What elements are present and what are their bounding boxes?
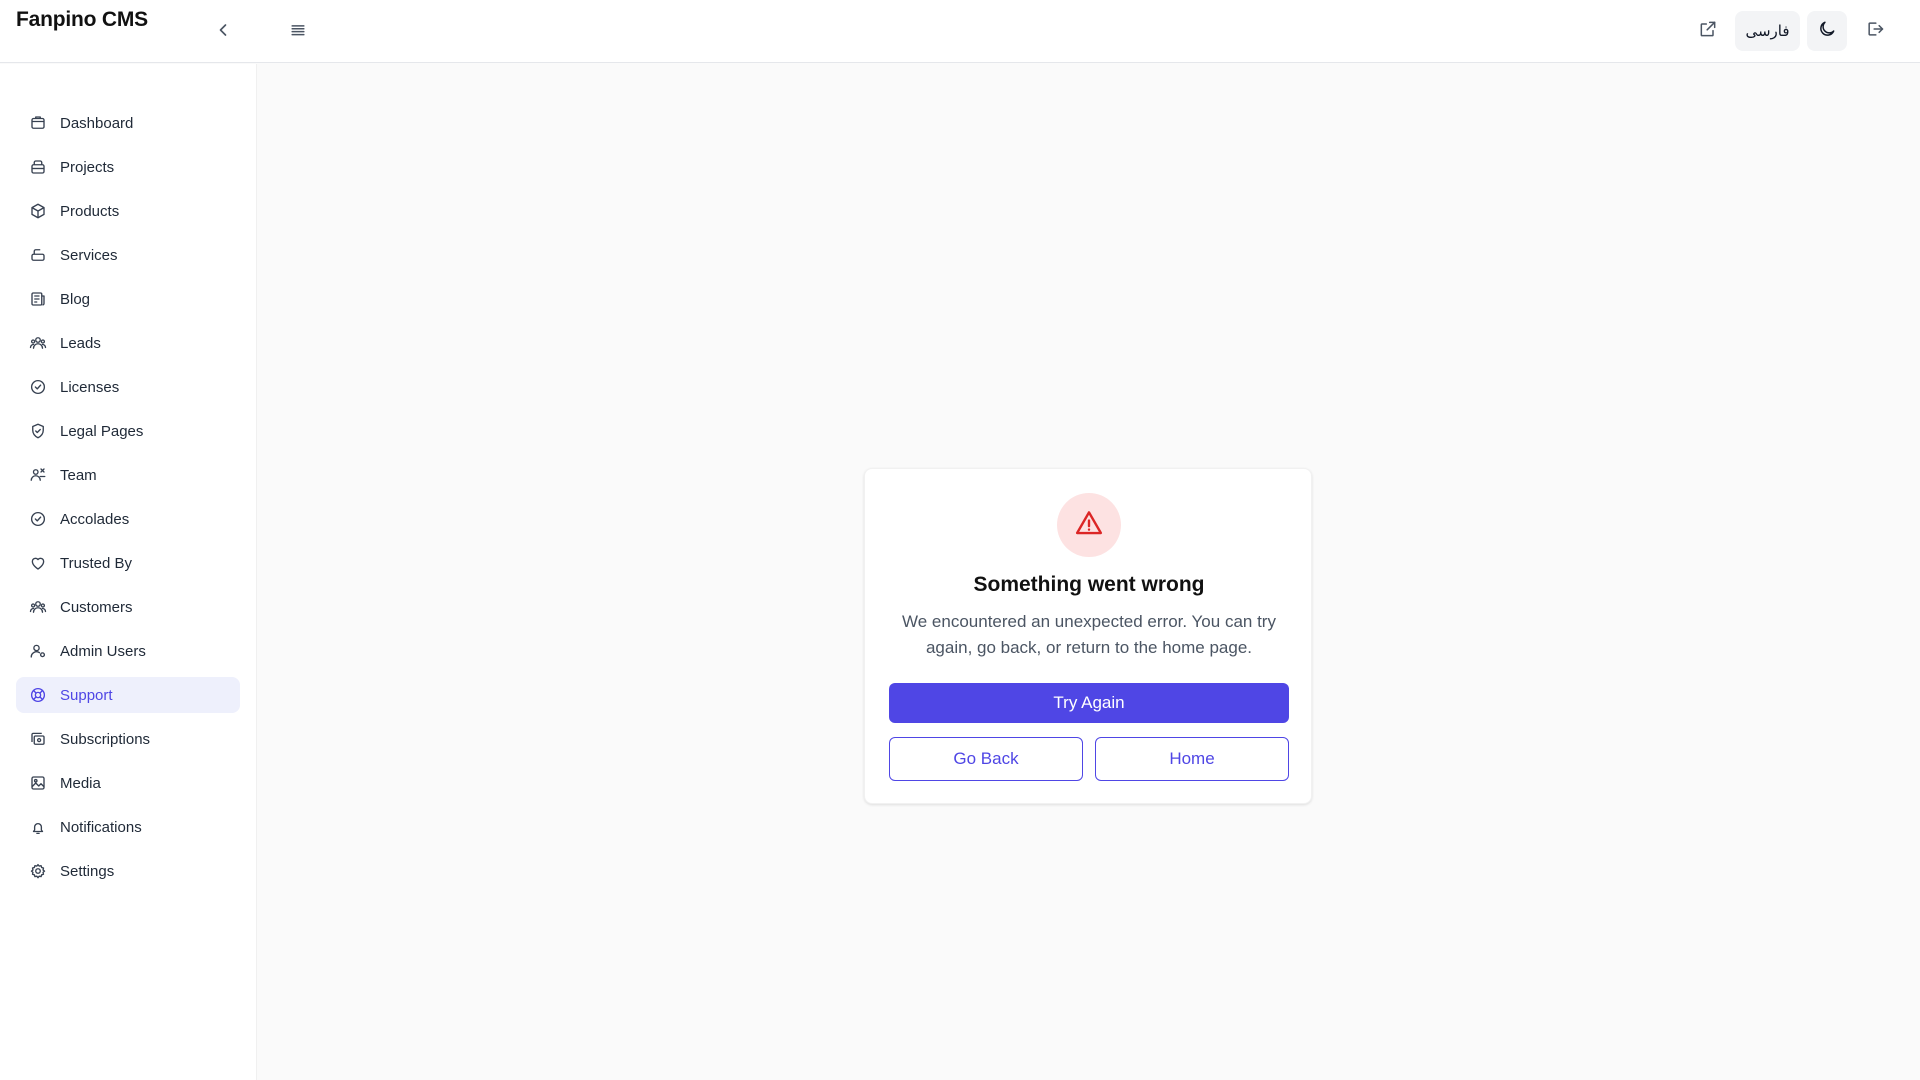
users-icon xyxy=(28,333,48,353)
sidebar-item-admin-users[interactable]: Admin Users xyxy=(16,633,240,669)
lifebuoy-icon xyxy=(28,685,48,705)
sidebar-item-support[interactable]: Support xyxy=(16,677,240,713)
sidebar-item-products[interactable]: Products xyxy=(16,193,240,229)
theme-toggle-button[interactable] xyxy=(1807,11,1847,51)
warning-triangle-icon xyxy=(1074,508,1104,543)
dashboard-icon xyxy=(28,113,48,133)
moon-icon xyxy=(1817,19,1837,44)
sidebar-item-label: Customers xyxy=(60,598,133,616)
box-icon xyxy=(28,201,48,221)
sidebar-item-label: Admin Users xyxy=(60,642,146,660)
sidebar-item-customers[interactable]: Customers xyxy=(16,589,240,625)
go-back-button[interactable]: Go Back xyxy=(889,737,1083,781)
projects-icon xyxy=(28,157,48,177)
error-title: Something went wrong xyxy=(973,573,1205,596)
sidebar-item-licenses[interactable]: Licenses xyxy=(16,369,240,405)
sidebar-item-media[interactable]: Media xyxy=(16,765,240,801)
sidebar-item-projects[interactable]: Projects xyxy=(16,149,240,185)
sidebar-item-label: Media xyxy=(60,774,101,792)
sidebar-item-dashboard[interactable]: Dashboard xyxy=(16,105,240,141)
external-link-icon xyxy=(1698,19,1718,44)
bell-icon xyxy=(28,817,48,837)
services-icon xyxy=(28,245,48,265)
collapse-sidebar-button[interactable] xyxy=(208,17,238,47)
logout-button[interactable] xyxy=(1857,13,1893,49)
sidebar-item-label: Dashboard xyxy=(60,114,134,132)
shield-check-icon xyxy=(28,421,48,441)
sidebar-item-label: Team xyxy=(60,466,97,484)
logout-icon xyxy=(1865,19,1885,44)
sidebar-item-services[interactable]: Services xyxy=(16,237,240,273)
menu-button[interactable] xyxy=(283,17,313,47)
home-button[interactable]: Home xyxy=(1095,737,1289,781)
sidebar-item-label: Support xyxy=(60,686,113,704)
sidebar: Dashboard Projects Products Services Blo… xyxy=(0,64,257,1080)
sidebar-item-accolades[interactable]: Accolades xyxy=(16,501,240,537)
admin-user-icon xyxy=(28,641,48,661)
sidebar-item-legal-pages[interactable]: Legal Pages xyxy=(16,413,240,449)
chevron-left-icon xyxy=(213,20,233,45)
heart-icon xyxy=(28,553,48,573)
menu-icon xyxy=(288,20,308,45)
open-website-button[interactable] xyxy=(1690,13,1726,49)
gear-icon xyxy=(28,861,48,881)
sidebar-item-label: Accolades xyxy=(60,510,130,528)
error-card: Something went wrong We encountered an u… xyxy=(864,468,1312,804)
sidebar-item-label: Notifications xyxy=(60,818,142,836)
image-icon xyxy=(28,773,48,793)
sidebar-item-settings[interactable]: Settings xyxy=(16,853,240,889)
sidebar-item-blog[interactable]: Blog xyxy=(16,281,240,317)
sidebar-item-label: Blog xyxy=(60,290,91,308)
sidebar-item-leads[interactable]: Leads xyxy=(16,325,240,361)
users-icon xyxy=(28,597,48,617)
sidebar-item-notifications[interactable]: Notifications xyxy=(16,809,240,845)
sidebar-item-label: Subscriptions xyxy=(60,730,151,748)
sidebar-item-team[interactable]: Team xyxy=(16,457,240,493)
sidebar-item-label: Services xyxy=(60,246,118,264)
badge-check-icon xyxy=(28,509,48,529)
error-message: We encountered an unexpected error. You … xyxy=(902,612,1276,657)
sidebar-item-trusted-by[interactable]: Trusted By xyxy=(16,545,240,581)
newspaper-icon xyxy=(28,289,48,309)
sidebar-item-label: Leads xyxy=(60,334,101,352)
sidebar-item-label: Licenses xyxy=(60,378,120,396)
sidebar-item-label: Projects xyxy=(60,158,115,176)
sidebar-item-label: Trusted By xyxy=(60,554,132,572)
subscriptions-icon xyxy=(28,729,48,749)
warning-badge xyxy=(1057,493,1121,557)
check-circle-icon xyxy=(28,377,48,397)
sidebar-item-subscriptions[interactable]: Subscriptions xyxy=(16,721,240,757)
language-switch-button[interactable]: فارسی xyxy=(1735,11,1800,51)
sidebar-item-label: Products xyxy=(60,202,120,220)
app-title: Fanpino CMS xyxy=(16,8,148,31)
try-again-button[interactable]: Try Again xyxy=(889,683,1289,723)
team-icon xyxy=(28,465,48,485)
sidebar-item-label: Settings xyxy=(60,862,115,880)
sidebar-item-label: Legal Pages xyxy=(60,422,144,440)
top-header: Fanpino CMS فارسی xyxy=(0,0,1920,63)
